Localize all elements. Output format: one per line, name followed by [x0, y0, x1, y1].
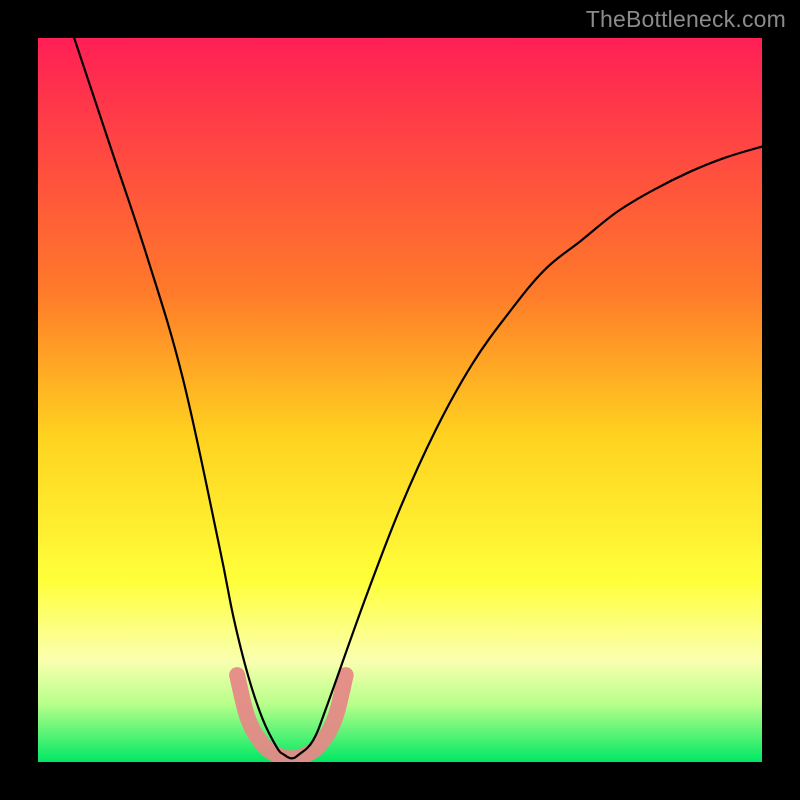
curve-layer — [38, 38, 762, 762]
highlight-band — [237, 675, 346, 758]
bottleneck-curve — [74, 38, 762, 758]
chart-frame: TheBottleneck.com — [0, 0, 800, 800]
watermark-text: TheBottleneck.com — [586, 6, 786, 33]
plot-area — [38, 38, 762, 762]
